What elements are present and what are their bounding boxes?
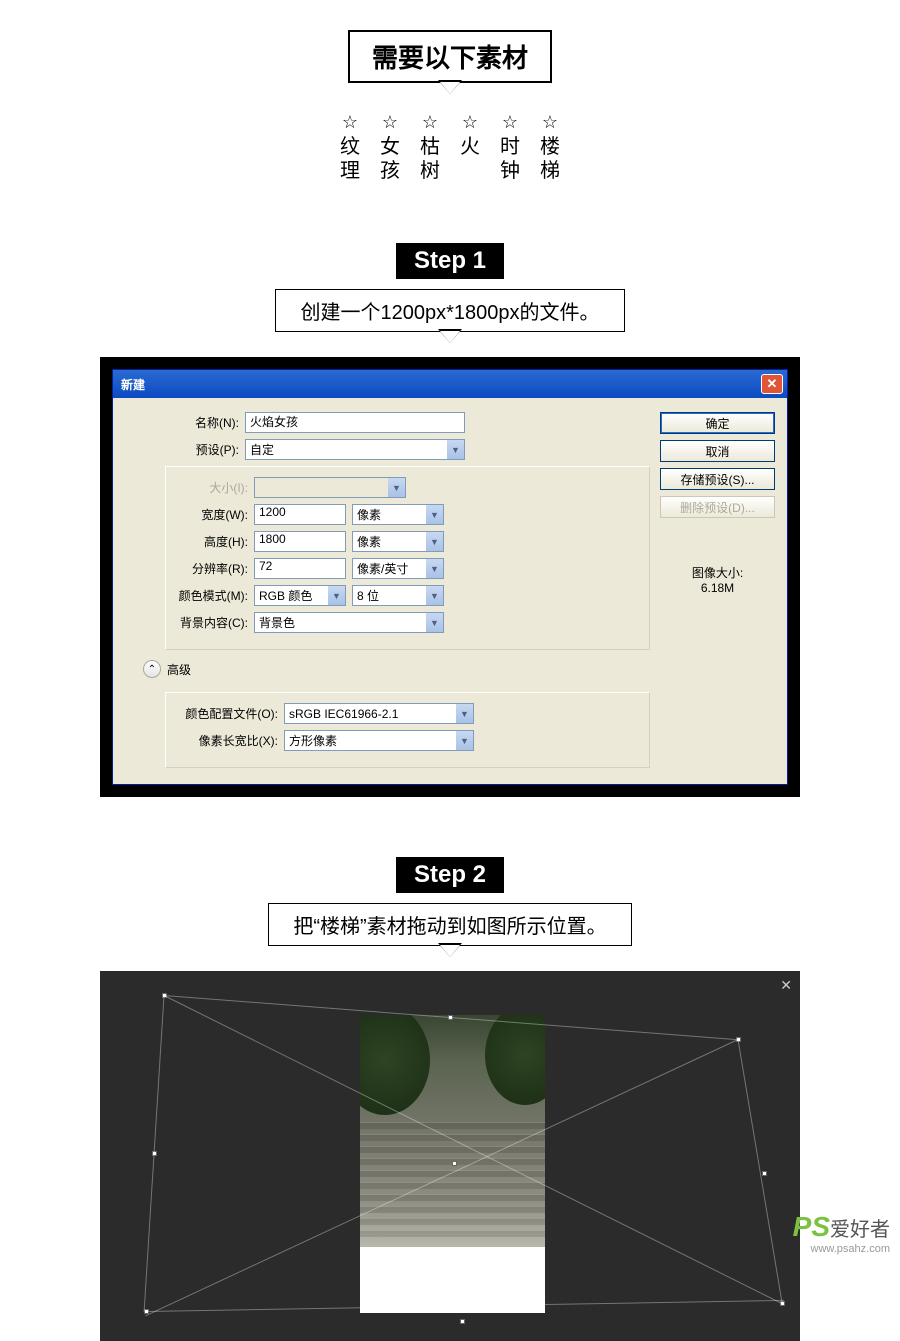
- material-label: 女孩: [379, 135, 401, 183]
- collapse-icon: ⌃: [143, 660, 161, 678]
- transform-edge: [144, 995, 165, 1311]
- material-label: 时钟: [499, 135, 521, 183]
- material-item: ☆火: [459, 112, 481, 183]
- dialog-title: 新建: [121, 376, 145, 393]
- preset-label: 预设(P):: [125, 441, 245, 458]
- height-input[interactable]: 1800: [254, 531, 346, 552]
- material-item: ☆枯树: [419, 112, 441, 183]
- delete-preset-button: 删除预设(D)...: [660, 496, 775, 518]
- chevron-down-icon: ▼: [447, 440, 464, 459]
- star-icon: ☆: [382, 112, 398, 133]
- res-label: 分辨率(R):: [174, 560, 254, 577]
- dialog-frame: 新建 ✕ 名称(N): 火焰女孩 预设(P): 自定▼ 大小(I): ▼: [100, 357, 800, 797]
- pointer-icon: [440, 331, 460, 343]
- advanced-toggle[interactable]: ⌃ 高级: [143, 660, 650, 678]
- ok-button[interactable]: 确定: [660, 412, 775, 434]
- step2-tag: Step 2: [396, 857, 504, 893]
- material-item: ☆纹理: [339, 112, 361, 183]
- bg-label: 背景内容(C):: [174, 614, 254, 631]
- image-size-info: 图像大小: 6.18M: [692, 564, 743, 595]
- chevron-down-icon: ▼: [426, 586, 443, 605]
- step2-screenshot: ✕: [100, 971, 800, 1341]
- materials-header: 需要以下素材: [348, 30, 552, 83]
- height-label: 高度(H):: [174, 533, 254, 550]
- transform-handle[interactable]: [460, 1319, 465, 1324]
- advanced-label: 高级: [167, 661, 191, 678]
- cancel-button[interactable]: 取消: [660, 440, 775, 462]
- size-fieldset: 大小(I): ▼ 宽度(W): 1200 像素▼ 高度(H): 1800 像素▼: [165, 466, 650, 650]
- star-icon: ☆: [542, 112, 558, 133]
- material-label: 火: [459, 135, 481, 159]
- size-select: ▼: [254, 477, 406, 498]
- transform-center-handle[interactable]: [452, 1161, 457, 1166]
- watermark: PS爱好者 www.psahz.com: [793, 1211, 890, 1255]
- star-icon: ☆: [462, 112, 478, 133]
- star-icon: ☆: [342, 112, 358, 133]
- res-input[interactable]: 72: [254, 558, 346, 579]
- chevron-down-icon: ▼: [426, 613, 443, 632]
- chevron-down-icon: ▼: [328, 586, 345, 605]
- name-label: 名称(N):: [125, 414, 245, 431]
- step1-tag: Step 1: [396, 243, 504, 279]
- close-icon[interactable]: ✕: [761, 374, 783, 394]
- chevron-down-icon: ▼: [426, 505, 443, 524]
- chevron-down-icon: ▼: [456, 704, 473, 723]
- step1-desc: 创建一个1200px*1800px的文件。: [275, 289, 624, 332]
- width-unit-select[interactable]: 像素▼: [352, 504, 444, 525]
- material-item: ☆时钟: [499, 112, 521, 183]
- profile-select[interactable]: sRGB IEC61966-2.1▼: [284, 703, 474, 724]
- pointer-icon: [440, 82, 460, 94]
- new-dialog: 新建 ✕ 名称(N): 火焰女孩 预设(P): 自定▼ 大小(I): ▼: [112, 369, 788, 785]
- aspect-select[interactable]: 方形像素▼: [284, 730, 474, 751]
- close-icon[interactable]: ✕: [780, 977, 792, 994]
- watermark-ps: PS: [793, 1211, 830, 1242]
- width-input[interactable]: 1200: [254, 504, 346, 525]
- star-icon: ☆: [502, 112, 518, 133]
- mode-label: 颜色模式(M):: [174, 587, 254, 604]
- material-label: 纹理: [339, 135, 361, 183]
- material-item: ☆楼梯: [539, 112, 561, 183]
- titlebar[interactable]: 新建 ✕: [113, 370, 787, 398]
- materials-list: ☆纹理 ☆女孩 ☆枯树 ☆火 ☆时钟 ☆楼梯: [0, 112, 900, 183]
- material-label: 楼梯: [539, 135, 561, 183]
- star-icon: ☆: [422, 112, 438, 133]
- foliage: [360, 1015, 430, 1115]
- chevron-down-icon: ▼: [426, 559, 443, 578]
- chevron-down-icon: ▼: [426, 532, 443, 551]
- transform-edge: [738, 1039, 783, 1303]
- mode-select[interactable]: RGB 颜色▼: [254, 585, 346, 606]
- stairs-photo[interactable]: [360, 1015, 545, 1247]
- chevron-down-icon: ▼: [456, 731, 473, 750]
- bit-select[interactable]: 8 位▼: [352, 585, 444, 606]
- transform-handle[interactable]: [762, 1171, 767, 1176]
- width-label: 宽度(W):: [174, 506, 254, 523]
- watermark-ah: 爱好者: [830, 1219, 890, 1241]
- advanced-fieldset: 颜色配置文件(O): sRGB IEC61966-2.1▼ 像素长宽比(X): …: [165, 692, 650, 768]
- foliage: [485, 1015, 545, 1105]
- chevron-down-icon: ▼: [388, 478, 405, 497]
- preset-select[interactable]: 自定▼: [245, 439, 465, 460]
- profile-label: 颜色配置文件(O):: [174, 705, 284, 722]
- step2-desc: 把“楼梯”素材拖动到如图所示位置。: [268, 903, 631, 946]
- res-unit-select[interactable]: 像素/英寸▼: [352, 558, 444, 579]
- height-unit-select[interactable]: 像素▼: [352, 531, 444, 552]
- material-label: 枯树: [419, 135, 441, 183]
- name-input[interactable]: 火焰女孩: [245, 412, 465, 433]
- bg-select[interactable]: 背景色▼: [254, 612, 444, 633]
- save-preset-button[interactable]: 存储预设(S)...: [660, 468, 775, 490]
- pointer-icon: [440, 945, 460, 957]
- material-item: ☆女孩: [379, 112, 401, 183]
- aspect-label: 像素长宽比(X):: [174, 732, 284, 749]
- size-label: 大小(I):: [174, 479, 254, 496]
- watermark-url: www.psahz.com: [793, 1243, 890, 1255]
